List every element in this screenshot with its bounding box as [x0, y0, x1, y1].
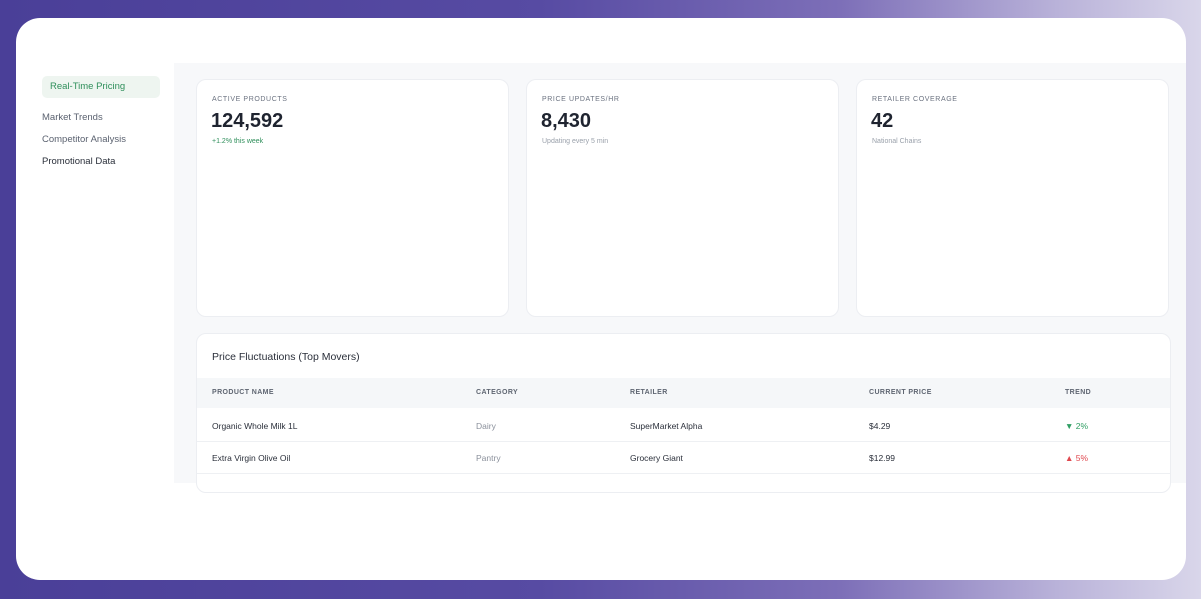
cell-trend-down: ▼ 2% [1065, 421, 1089, 431]
cell-product: Extra Virgin Olive Oil [212, 453, 291, 463]
price-fluctuations-panel: Price Fluctuations (Top Movers) PRODUCT … [196, 333, 1171, 493]
column-header-trend: TREND [1065, 389, 1092, 396]
cell-product: Organic Whole Milk 1L [212, 421, 298, 431]
stat-subtext: +1.2% this week [212, 138, 264, 145]
column-header-current-price: CURRENT PRICE [869, 389, 932, 396]
stat-card-price-updates: PRICE UPDATES/HR 8,430 Updating every 5 … [526, 79, 839, 317]
cell-price: $4.29 [869, 421, 891, 431]
stat-label: PRICE UPDATES/HR [542, 96, 620, 103]
table-header: PRODUCT NAME CATEGORY RETAILER CURRENT P… [197, 378, 1170, 408]
sidebar-item-promotional-data[interactable]: Promotional Data [42, 156, 160, 168]
cell-category: Pantry [476, 453, 501, 463]
sidebar-item-competitor-analysis[interactable]: Competitor Analysis [42, 134, 160, 146]
table-row[interactable]: Organic Whole Milk 1L Dairy SuperMarket … [197, 409, 1170, 442]
sidebar-nav: Real-Time Pricing Market Trends Competit… [42, 76, 160, 178]
table-row[interactable]: Extra Virgin Olive Oil Pantry Grocery Gi… [197, 441, 1170, 474]
stat-value: 124,592 [211, 110, 284, 132]
stat-value: 42 [871, 110, 894, 132]
cell-price: $12.99 [869, 453, 895, 463]
stat-label: RETAILER COVERAGE [872, 96, 958, 103]
cell-trend-up: ▲ 5% [1065, 453, 1089, 463]
stat-card-retailer-coverage: RETAILER COVERAGE 42 National Chains [856, 79, 1169, 317]
cell-retailer: SuperMarket Alpha [630, 421, 703, 431]
column-header-retailer: RETAILER [630, 389, 668, 396]
stat-value: 8,430 [541, 110, 592, 132]
sidebar-item-real-time-pricing[interactable]: Real-Time Pricing [42, 76, 160, 98]
app-window: Real-Time Pricing Market Trends Competit… [16, 18, 1186, 580]
panel-title: Price Fluctuations (Top Movers) [212, 351, 360, 363]
stat-subtext: National Chains [872, 138, 922, 145]
stat-card-active-products: ACTIVE PRODUCTS 124,592 +1.2% this week [196, 79, 509, 317]
main-content: ACTIVE PRODUCTS 124,592 +1.2% this week … [174, 63, 1186, 493]
sidebar-item-market-trends[interactable]: Market Trends [42, 112, 160, 124]
column-header-category: CATEGORY [476, 389, 519, 396]
column-header-product: PRODUCT NAME [212, 389, 274, 396]
cell-category: Dairy [476, 421, 496, 431]
stat-subtext: Updating every 5 min [542, 138, 609, 145]
stat-label: ACTIVE PRODUCTS [212, 96, 288, 103]
cell-retailer: Grocery Giant [630, 453, 683, 463]
